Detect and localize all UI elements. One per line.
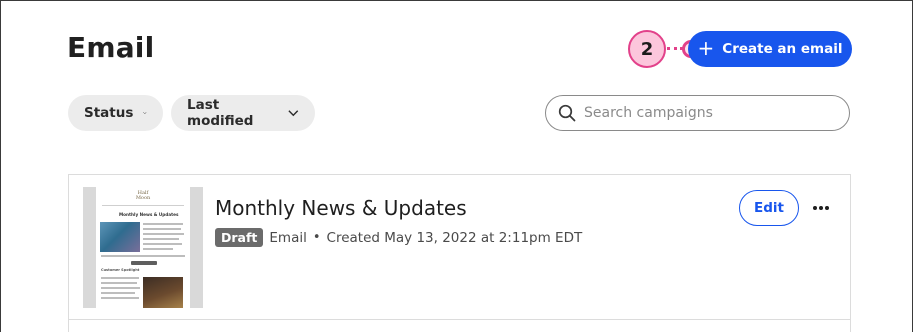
chevron-down-icon xyxy=(288,110,299,117)
campaign-meta: Draft Email • Created May 13, 2022 at 2:… xyxy=(215,228,582,247)
thumbnail-text-line xyxy=(143,243,182,245)
thumbnail-heading: Monthly News & Updates xyxy=(119,212,179,217)
thumbnail-text-line xyxy=(101,297,139,299)
thumbnail-text-line xyxy=(101,277,139,279)
campaign-created: Created May 13, 2022 at 2:11pm EDT xyxy=(326,229,583,246)
thumbnail-button xyxy=(131,261,157,265)
search-input[interactable] xyxy=(584,105,834,121)
search-box[interactable] xyxy=(545,95,850,131)
edit-button[interactable]: Edit xyxy=(739,190,799,226)
thumbnail-sheet: Half Moon Monthly News & Updates Custome… xyxy=(96,187,190,308)
more-dot xyxy=(819,206,823,210)
meta-separator: • xyxy=(312,230,321,245)
create-email-label: Create an email xyxy=(722,41,843,57)
thumbnail-text-line xyxy=(101,282,137,284)
thumbnail-text-line xyxy=(143,223,183,225)
page-title: Email xyxy=(67,31,155,64)
thumbnail-text-line xyxy=(143,248,173,250)
thumbnail-text-line xyxy=(101,287,140,289)
thumbnail-text-line xyxy=(143,233,184,235)
campaign-title[interactable]: Monthly News & Updates xyxy=(215,196,467,220)
more-horizontal-icon[interactable] xyxy=(810,197,832,219)
last-modified-filter[interactable]: Last modified xyxy=(171,95,315,131)
create-email-button[interactable]: + Create an email xyxy=(688,31,852,67)
step-number: 2 xyxy=(640,38,654,60)
status-badge: Draft xyxy=(215,228,264,247)
thumbnail-text-line xyxy=(101,255,185,257)
thumbnail-text-line xyxy=(143,228,181,230)
status-filter-label: Status xyxy=(84,105,134,121)
campaign-type: Email xyxy=(269,229,307,246)
thumbnail-text-line xyxy=(143,238,179,240)
last-modified-filter-label: Last modified xyxy=(187,97,254,129)
thumbnail-photo xyxy=(143,277,183,308)
step-connector xyxy=(667,47,683,50)
next-campaign-card xyxy=(68,319,851,332)
status-filter[interactable]: Status xyxy=(68,95,163,131)
more-dot xyxy=(825,206,829,210)
plus-icon: + xyxy=(697,36,715,60)
thumbnail-subheading: Customer Spotlight xyxy=(101,268,140,272)
more-dot xyxy=(813,206,817,210)
thumbnail-photo xyxy=(100,222,140,252)
thumbnail-text-line xyxy=(101,292,135,294)
thumbnail-divider xyxy=(102,205,184,206)
step-badge: 2 xyxy=(628,30,666,68)
search-icon xyxy=(558,104,576,122)
email-thumbnail[interactable]: Half Moon Monthly News & Updates Custome… xyxy=(83,187,203,308)
chevron-down-icon xyxy=(143,112,147,115)
thumbnail-logo: Half Moon xyxy=(135,190,151,201)
